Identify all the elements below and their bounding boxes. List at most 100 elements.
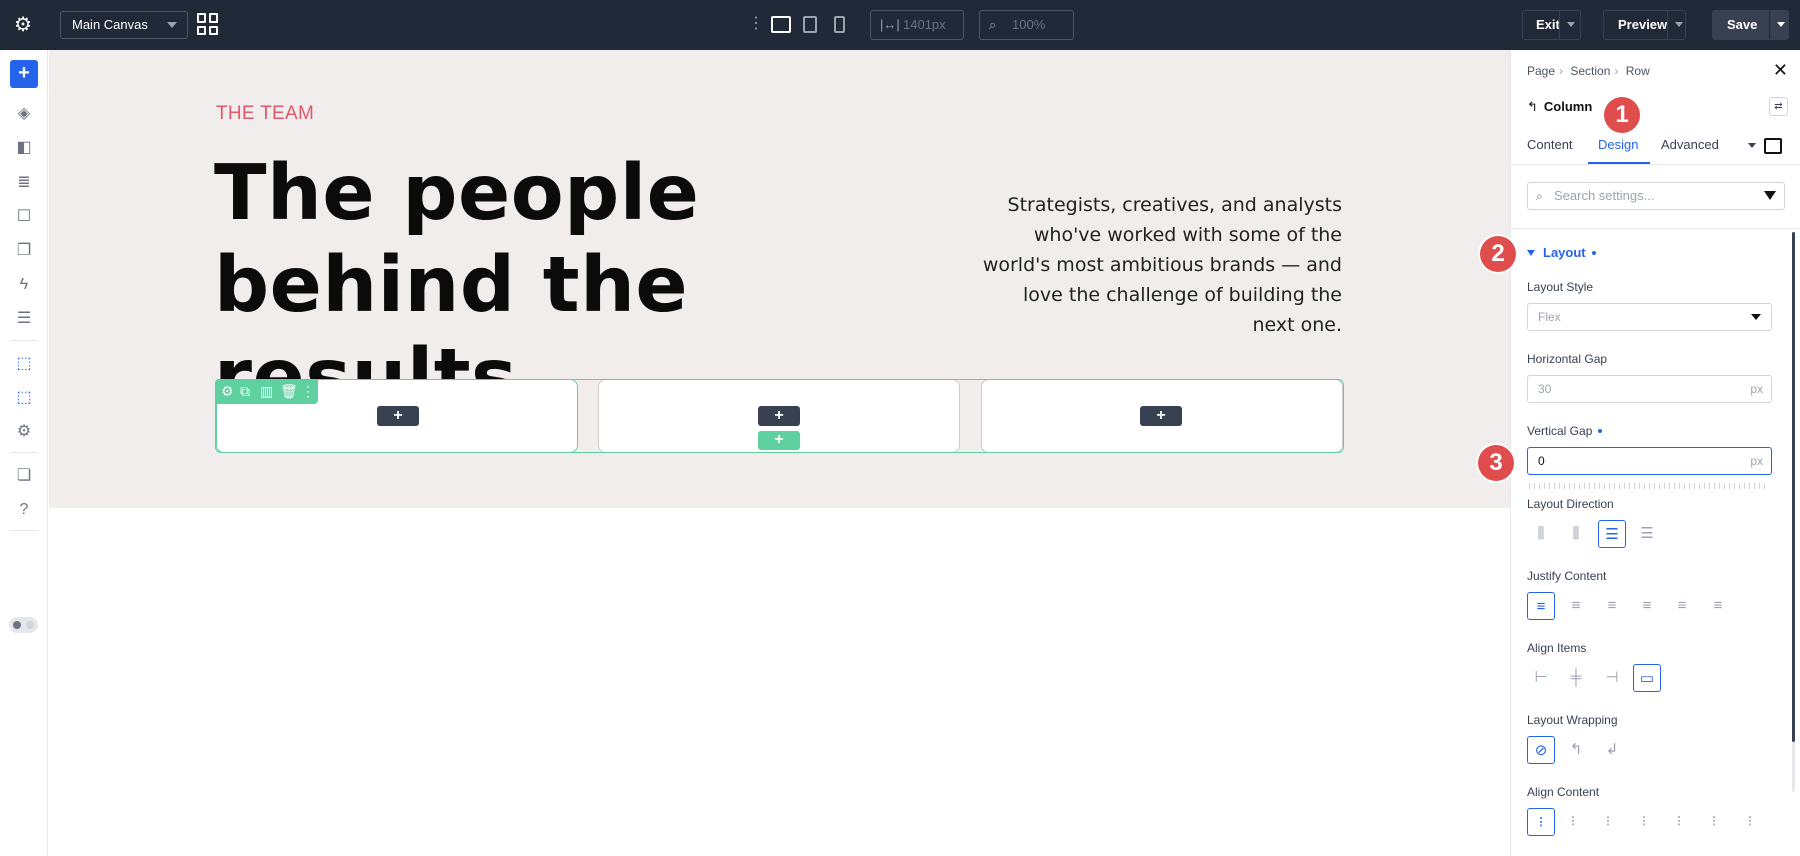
close-icon[interactable]: ✕ [1773, 61, 1788, 79]
panel-scrollbar-thumb[interactable] [1792, 232, 1795, 742]
align-content-center-icon[interactable]: ⁝ [1559, 808, 1587, 836]
responsive-view-icon[interactable] [1764, 138, 1782, 154]
callout-badge-2: 2 [1480, 236, 1516, 272]
desktop-view-icon[interactable] [771, 16, 791, 33]
save-button[interactable]: Save [1712, 10, 1789, 40]
vertical-gap-label: Vertical Gap [1527, 424, 1603, 438]
select-element-icon[interactable]: ⬚ [13, 353, 35, 375]
layout-style-label: Layout Style [1527, 280, 1594, 294]
select-multiple-icon[interactable]: ⬚ [13, 387, 35, 409]
chevron-down-icon [167, 22, 177, 28]
tab-content[interactable]: Content [1527, 137, 1573, 152]
canvas-width-value: 1401px [903, 17, 946, 32]
section-eyebrow[interactable]: THE TEAM [216, 103, 314, 125]
phone-view-icon[interactable] [834, 16, 845, 33]
tab-dropdown-icon[interactable] [1748, 143, 1756, 148]
align-content-stretch-icon[interactable]: ⁝ [1736, 808, 1764, 836]
wrap-reverse-icon[interactable]: ↲ [1598, 736, 1626, 764]
column-more-icon[interactable]: ⋮ [301, 382, 315, 400]
align-content-label: Align Content [1527, 785, 1600, 799]
align-stretch-icon[interactable]: ▭ [1633, 664, 1661, 692]
breadcrumb-section[interactable]: Section [1570, 64, 1610, 78]
wrap-icon[interactable]: ↰ [1562, 736, 1590, 764]
canvas-select[interactable]: Main Canvas [60, 11, 188, 39]
direction-row-reverse-icon[interactable]: ⫼ [1562, 520, 1590, 548]
mode-toggle[interactable] [9, 617, 38, 633]
tab-design[interactable]: Design [1598, 137, 1638, 152]
structure-icon[interactable]: ☰ [13, 308, 35, 330]
pages-icon[interactable]: ❐ [13, 240, 35, 262]
breadcrumb-row[interactable]: Row [1626, 64, 1650, 78]
column-structure-icon[interactable]: ▥ [260, 382, 273, 400]
vertical-gap-input[interactable]: 0 px [1527, 447, 1772, 475]
zoom-field[interactable]: ⌕ 100% [979, 10, 1074, 40]
justify-space-between-icon[interactable]: ≡ [1633, 592, 1661, 620]
align-content-space-evenly-icon[interactable]: ⁝ [1700, 808, 1728, 836]
horizontal-gap-label: Horizontal Gap [1527, 352, 1608, 366]
stack-icon[interactable]: ❏ [13, 465, 35, 487]
preview-dropdown-icon[interactable] [1675, 22, 1683, 27]
horizontal-gap-input[interactable]: 30 px [1527, 375, 1772, 403]
save-label: Save [1727, 17, 1758, 32]
exit-dropdown-icon[interactable] [1567, 22, 1575, 27]
align-content-start-icon[interactable]: ⁝ [1527, 808, 1555, 836]
callout-badge-1: 1 [1604, 97, 1640, 133]
canvas-width-field[interactable]: |↔| 1401px [870, 10, 964, 40]
align-content-space-between-icon[interactable]: ⁝ [1630, 808, 1658, 836]
direction-column-icon[interactable]: ☰ [1598, 520, 1626, 548]
align-start-icon[interactable]: ⊢ [1527, 664, 1555, 692]
exit-label: Exit [1536, 17, 1560, 32]
direction-column-reverse-icon[interactable]: ☰ [1633, 520, 1661, 548]
preview-button[interactable]: Preview [1603, 10, 1686, 40]
justify-start-icon[interactable]: ≡ [1527, 592, 1555, 620]
preview-label: Preview [1618, 17, 1668, 32]
breadcrumb-page[interactable]: Page [1527, 64, 1555, 78]
settings-gear-icon[interactable]: ⚙ [12, 14, 34, 36]
add-module-button[interactable]: + [377, 406, 419, 426]
justify-end-icon[interactable]: ≡ [1598, 592, 1626, 620]
settings-search-input[interactable]: ⌕ Search settings... [1527, 182, 1785, 210]
canvas-select-value: Main Canvas [72, 17, 148, 32]
form-icon[interactable]: ☐ [13, 206, 35, 228]
more-vertical-icon[interactable]: ⋮ [748, 14, 764, 34]
help-icon[interactable]: ? [13, 499, 35, 521]
layout-style-select[interactable]: Flex [1527, 303, 1772, 331]
save-dropdown-icon[interactable] [1777, 22, 1785, 27]
column-duplicate-icon[interactable]: ⧉ [240, 382, 250, 400]
layers-icon[interactable]: ◈ [13, 103, 35, 125]
direction-row-icon[interactable]: ⫼ [1527, 520, 1555, 548]
layout-section-toggle[interactable]: Layout [1527, 245, 1596, 260]
top-toolbar: ⚙ Main Canvas ⋮ |↔| 1401px ⌕ 100% Exit P… [0, 0, 1800, 50]
justify-space-evenly-icon[interactable]: ≡ [1704, 592, 1732, 620]
align-content-end-icon[interactable]: ⁝ [1594, 808, 1622, 836]
tablet-view-icon[interactable] [803, 16, 817, 33]
theme-builder-icon[interactable]: ⚙ [13, 421, 35, 443]
column-settings-icon[interactable]: ⚙ [221, 382, 234, 400]
grid-view-icon[interactable] [197, 13, 219, 35]
column-delete-icon[interactable]: 🗑 [280, 382, 298, 400]
design-library-icon[interactable]: ◧ [13, 137, 35, 159]
add-module-button[interactable]: + [1140, 406, 1182, 426]
no-wrap-icon[interactable]: ⊘ [1527, 736, 1555, 764]
justify-space-around-icon[interactable]: ≡ [1668, 592, 1696, 620]
filter-icon[interactable] [1764, 191, 1776, 200]
gap-slider-ticks[interactable] [1529, 483, 1767, 489]
search-icon: ⌕ [1536, 189, 1543, 203]
add-row-button[interactable]: + [758, 431, 800, 450]
caret-down-icon [1527, 250, 1535, 256]
tab-advanced[interactable]: Advanced [1661, 137, 1719, 152]
add-element-button[interactable]: + [10, 60, 38, 88]
add-module-button[interactable]: + [758, 406, 800, 426]
align-content-space-around-icon[interactable]: ⁝ [1665, 808, 1693, 836]
interactions-icon[interactable]: ϟ [13, 274, 35, 296]
panel-title: ↰ Column [1527, 99, 1593, 114]
back-arrow-icon[interactable]: ↰ [1527, 99, 1538, 114]
intro-paragraph[interactable]: Strategists, creatives, and analysts who… [975, 190, 1342, 340]
left-sidebar: + ◈ ◧ ≣ ☐ ❐ ϟ ☰ ⬚ ⬚ ⚙ ❏ ? [0, 50, 48, 856]
align-end-icon[interactable]: ⊣ [1598, 664, 1626, 692]
justify-center-icon[interactable]: ≡ [1562, 592, 1590, 620]
database-icon[interactable]: ≣ [13, 172, 35, 194]
exit-button[interactable]: Exit [1522, 10, 1581, 40]
align-center-icon[interactable]: ╪ [1562, 664, 1590, 692]
panel-options-icon[interactable]: ⇄ [1769, 97, 1788, 116]
